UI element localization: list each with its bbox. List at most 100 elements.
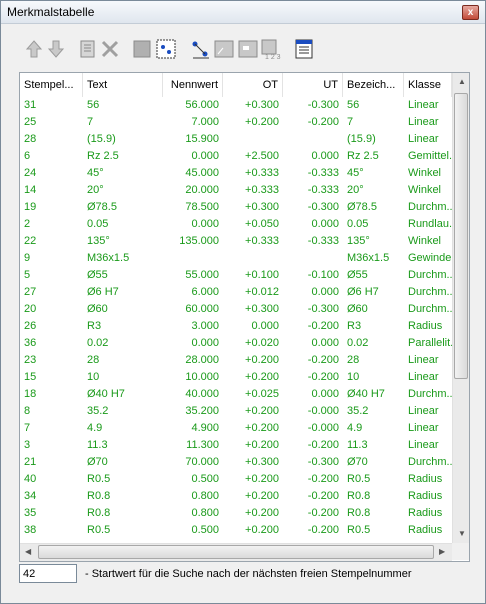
scroll-right-icon[interactable]: ▶: [439, 547, 445, 556]
cell-ot: +0.300: [245, 456, 279, 468]
cell-ot: +0.300: [245, 201, 279, 213]
cell-text: 45°: [87, 167, 104, 179]
table-row[interactable]: 34 R0.8 0.800 +0.200 -0.200 R0.8 Radius: [20, 488, 452, 505]
cell-bezeichnung: 0.05: [347, 218, 369, 230]
horizontal-scrollbar[interactable]: ◀ ▶: [20, 543, 452, 561]
delete-icon[interactable]: [99, 38, 121, 60]
cell-klasse: Linear: [408, 99, 439, 111]
cell-nennwert: 135.000: [179, 235, 219, 247]
column-header-stempel[interactable]: Stempel...: [20, 73, 83, 97]
cell-stempel: 21: [24, 456, 37, 468]
cell-ot: 0.000: [251, 320, 279, 332]
cell-nennwert: 15.900: [185, 133, 219, 145]
select-points-icon[interactable]: [155, 38, 177, 60]
cell-ot: +0.333: [245, 235, 279, 247]
table-header: Stempel... Text Nennwert OT UT Bezeich..…: [20, 73, 452, 97]
column-header-text[interactable]: Text: [83, 73, 163, 97]
cell-text: 0.02: [87, 337, 109, 349]
table-row[interactable]: 24 45° 45.000 +0.333 -0.333 45° Winkel: [20, 165, 452, 182]
toolbar: 1 2 3: [19, 35, 419, 65]
start-number-input[interactable]: [19, 564, 77, 583]
vertical-scroll-thumb[interactable]: [454, 93, 468, 379]
table-row[interactable]: 9 M36x1.5 M36x1.5 Gewinde: [20, 250, 452, 267]
cell-ut: -0.200: [307, 354, 339, 366]
table-row[interactable]: 5 Ø55 55.000 +0.100 -0.100 Ø55 Durchm...: [20, 267, 452, 284]
table-row[interactable]: 22 135° 135.000 +0.333 -0.333 135° Winkel: [20, 233, 452, 250]
column-header-klasse[interactable]: Klasse: [404, 73, 452, 97]
table-row[interactable]: 27 Ø6 H7 6.000 +0.012 0.000 Ø6 H7 Durchm...: [20, 284, 452, 301]
close-button[interactable]: x: [462, 5, 479, 20]
table-row[interactable]: 8 35.2 35.200 +0.200 -0.000 35.2 Linear: [20, 403, 452, 420]
cell-nennwert: 6.000: [191, 286, 219, 298]
cell-klasse: Linear: [408, 422, 439, 434]
table-row[interactable]: 2 0.05 0.000 +0.050 0.000 0.05 Rundlau...: [20, 216, 452, 233]
cell-klasse: Linear: [408, 354, 439, 366]
cell-stempel: 15: [24, 371, 37, 383]
column-header-bezeichnung[interactable]: Bezeich...: [343, 73, 404, 97]
cell-ut: -0.300: [307, 99, 339, 111]
cell-text: 28: [87, 354, 100, 366]
table-row[interactable]: 36 0.02 0.000 +0.020 0.000 0.02 Parallelit...: [20, 335, 452, 352]
table-row[interactable]: 35 R0.8 0.800 +0.200 -0.200 R0.8 Radius: [20, 505, 452, 522]
cell-bezeichnung: 4.9: [347, 422, 363, 434]
cell-stempel: 28: [24, 133, 37, 145]
table-row[interactable]: 38 R0.5 0.500 +0.200 -0.200 R0.5 Radius: [20, 522, 452, 539]
cell-stempel: 34: [24, 490, 37, 502]
move-down-icon[interactable]: [45, 38, 67, 60]
cell-nennwert: 4.900: [191, 422, 219, 434]
scroll-down-icon[interactable]: ▼: [458, 529, 466, 538]
table-row[interactable]: 28 (15.9) 15.900 (15.9) Linear: [20, 131, 452, 148]
table-row[interactable]: 19 Ø78.5 78.500 +0.300 -0.300 Ø78.5 Durchm...: [20, 199, 452, 216]
title-bar: Merkmalstabelle x: [1, 1, 485, 24]
start-number-hint: - Startwert für die Suche nach der nächs…: [85, 568, 412, 580]
table-row[interactable]: 20 Ø60 60.000 +0.300 -0.300 Ø60 Durchm...: [20, 301, 452, 318]
scroll-up-icon[interactable]: ▲: [458, 77, 466, 86]
cell-bezeichnung: 135°: [347, 235, 370, 247]
list-icon[interactable]: [77, 38, 99, 60]
merkmal-table: Stempel... Text Nennwert OT UT Bezeich..…: [19, 72, 470, 562]
cell-nennwert: 60.000: [185, 303, 219, 315]
cell-ot: +0.333: [245, 184, 279, 196]
table-row[interactable]: 26 R3 3.000 0.000 -0.200 R3 Radius: [20, 318, 452, 335]
tolerance-icon[interactable]: [213, 38, 235, 60]
tolerance-block-icon[interactable]: [237, 38, 259, 60]
cell-ot: +2.500: [245, 150, 279, 162]
table-row[interactable]: 25 7 7.000 +0.200 -0.200 7 Linear: [20, 114, 452, 131]
cell-klasse: Parallelit...: [408, 337, 452, 349]
scroll-left-icon[interactable]: ◀: [25, 547, 31, 556]
numbering-icon[interactable]: 1 2 3: [259, 38, 281, 61]
measure-icon[interactable]: [189, 38, 211, 60]
cell-ot: +0.200: [245, 473, 279, 485]
cell-stempel: 18: [24, 388, 37, 400]
cell-ot: +0.300: [245, 303, 279, 315]
table-row[interactable]: 18 Ø40 H7 40.000 +0.025 0.000 Ø40 H7 Durchm...: [20, 386, 452, 403]
horizontal-scroll-thumb[interactable]: [38, 545, 434, 559]
block-icon[interactable]: [131, 38, 153, 60]
cell-bezeichnung: 7: [347, 116, 354, 128]
column-header-ut[interactable]: UT: [283, 73, 343, 97]
vertical-scrollbar[interactable]: ▲ ▼: [452, 73, 469, 543]
cell-klasse: Durchm...: [408, 388, 452, 400]
cell-nennwert: 0.500: [191, 524, 219, 536]
cell-klasse: Winkel: [408, 235, 442, 247]
cell-ut: -0.300: [307, 456, 339, 468]
cell-ot: +0.012: [245, 286, 279, 298]
table-row[interactable]: 40 R0.5 0.500 +0.200 -0.200 R0.5 Radius: [20, 471, 452, 488]
cell-bezeichnung: R0.8: [347, 507, 371, 519]
table-icon[interactable]: [293, 38, 315, 60]
cell-stempel: 36: [24, 337, 37, 349]
cell-bezeichnung: 10: [347, 371, 360, 383]
table-body: 31 56 56.000 +0.300 -0.300 56 Linear 25 7 7.000 +0…: [20, 97, 452, 541]
move-up-icon[interactable]: [23, 38, 45, 60]
table-row[interactable]: 31 56 56.000 +0.300 -0.300 56 Linear: [20, 97, 452, 114]
table-row[interactable]: 7 4.9 4.900 +0.200 -0.000 4.9 Linear: [20, 420, 452, 437]
cell-ot: +0.200: [245, 439, 279, 451]
table-row[interactable]: 23 28 28.000 +0.200 -0.200 28 Linear: [20, 352, 452, 369]
table-row[interactable]: 14 20° 20.000 +0.333 -0.333 20° Winkel: [20, 182, 452, 199]
table-row[interactable]: 6 Rz 2.5 0.000 +2.500 0.000 Rz 2.5 Gemittel...: [20, 148, 452, 165]
table-row[interactable]: 15 10 10.000 +0.200 -0.200 10 Linear: [20, 369, 452, 386]
column-header-ot[interactable]: OT: [223, 73, 283, 97]
column-header-nennwert[interactable]: Nennwert: [163, 73, 223, 97]
table-row[interactable]: 3 11.3 11.300 +0.200 -0.200 11.3 Linear: [20, 437, 452, 454]
table-row[interactable]: 21 Ø70 70.000 +0.300 -0.300 Ø70 Durchm...: [20, 454, 452, 471]
